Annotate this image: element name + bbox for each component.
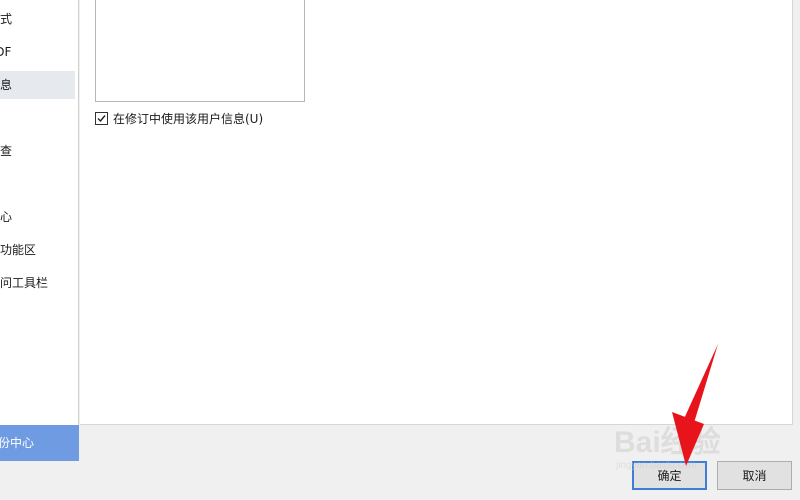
sidebar-item-check[interactable]: 检查 [0,137,78,165]
sidebar-item-pdf[interactable]: PDF [0,38,78,66]
sidebar-item-custom-ribbon[interactable]: 义功能区 [0,236,78,264]
sidebar-item-backup-center[interactable]: 备份中心 [0,425,79,461]
sidebar-item-layout[interactable]: 版式 [0,5,78,33]
sidebar-item-trust-center[interactable]: 中心 [0,203,78,231]
user-info-listbox[interactable] [95,0,305,102]
revision-user-info-checkbox[interactable] [95,111,108,125]
sidebar-item-user-info[interactable]: 信息 [0,71,75,99]
cancel-button[interactable]: 取消 [717,461,792,490]
ok-button[interactable]: 确定 [632,461,707,490]
use-user-info-in-revisions[interactable]: 在修订中使用该用户信息(U) [95,110,263,126]
sidebar-item-quick-access-toolbar[interactable]: 访问工具栏 [0,269,78,297]
options-sidebar: 版式 PDF 信息 检查 性 中心 义功能区 访问工具栏 [0,0,79,461]
sidebar-item-security[interactable]: 性 [0,170,78,198]
revision-user-info-label: 在修订中使用该用户信息(U) [113,111,264,126]
checkmark-icon [97,114,106,122]
